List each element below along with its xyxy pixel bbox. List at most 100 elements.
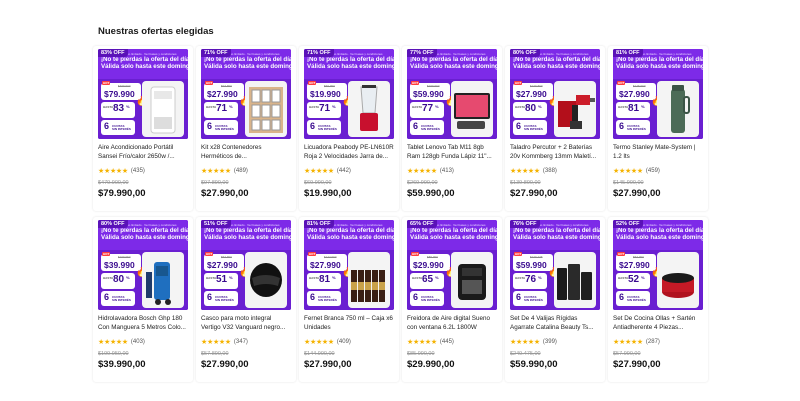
- star-rating-icon: ★★★★★: [407, 168, 437, 175]
- star-rating-icon: ★★★★★: [304, 339, 334, 346]
- hot-tag: HOT: [514, 81, 523, 85]
- review-count: (442): [336, 168, 351, 174]
- cuotas-box: 6 CUOTAS SIN INTERÉS: [307, 120, 341, 135]
- cuotas-number: 6: [310, 292, 316, 302]
- promo-headline-2: Válida solo hasta este domingo.: [513, 63, 600, 71]
- discount-badge: 65% OFF: [407, 220, 437, 228]
- cuotas-number: 6: [413, 121, 419, 131]
- product-name[interactable]: Hidrolavadora Bosch Ghp 180 Con Manguera…: [98, 315, 188, 332]
- percent-symbol: %: [538, 275, 542, 280]
- product-name[interactable]: Set De Cocina Ollas + Sartén Antiadheren…: [613, 315, 703, 332]
- promo-price-box: HOT $144.990 $27.990: [307, 252, 347, 271]
- product-name[interactable]: Freidora de Aire digital Sueno con venta…: [407, 315, 497, 332]
- product-name[interactable]: Aire Acondicionado Portátil Sansei Frío/…: [98, 144, 188, 161]
- product-name[interactable]: Casco para moto integral Vertigo V32 Van…: [201, 315, 291, 332]
- hasta-label: HASTA: [618, 105, 629, 109]
- hasta-label: HASTA: [206, 105, 217, 109]
- cuotas-box: 6 CUOTAS SIN INTERÉS: [616, 291, 650, 306]
- promo-price: $27.990: [516, 89, 547, 99]
- promo-price-box: HOT $57.990 $27.990: [616, 252, 656, 271]
- product-name[interactable]: Licuadora Peabody PE-LN610R Roja 2 Veloc…: [304, 144, 394, 161]
- product-card[interactable]: 65% OFF Promoción por tiempo limitado · …: [402, 217, 502, 382]
- promo-percent: 65: [422, 274, 434, 285]
- blender-image: [348, 81, 390, 137]
- cuotas-box: 6 CUOTAS SIN INTERÉS: [204, 291, 238, 306]
- product-name[interactable]: Fernet Branca 750 ml – Caja x6 Unidades: [304, 315, 394, 332]
- old-price: $249.475,00: [510, 351, 541, 357]
- promo-price: $39.990: [104, 260, 135, 270]
- rating: ★★★★★ (403): [98, 338, 188, 346]
- cuotas-box: 6 CUOTAS SIN INTERÉS: [410, 291, 444, 306]
- product-card[interactable]: 51% OFF Promoción por tiempo limitado · …: [196, 217, 296, 382]
- star-rating-icon: ★★★★★: [407, 339, 437, 346]
- promo-body: HOT $199.950 $39.990 HASTA 80 % 6 CUOTAS…: [98, 250, 188, 310]
- cuotas-label: CUOTAS SIN INTERÉS: [215, 295, 234, 303]
- product-name[interactable]: Kit x28 Contenedores Herméticos de...: [201, 144, 291, 161]
- product-name[interactable]: Termo Stanley Mate-System | 1.2 lts: [613, 144, 703, 161]
- percent-symbol: %: [435, 275, 439, 280]
- current-price: $27.990,00: [304, 359, 352, 370]
- old-price: $144.990,00: [304, 351, 335, 357]
- promo-percent: 71: [216, 103, 228, 114]
- promo-headline-1: ¡No te pierdas la oferta del día!: [101, 56, 188, 63]
- promo-price: $27.990: [619, 89, 650, 99]
- percent-symbol: %: [332, 275, 336, 280]
- promo-percent-box: HASTA 80 %: [513, 102, 547, 118]
- promo-percent-box: HASTA 65 %: [410, 273, 444, 289]
- rating: ★★★★★ (347): [201, 338, 291, 346]
- review-count: (388): [542, 168, 557, 174]
- promo-body: HOT $57.890 $27.990 HASTA 51 % 6 CUOTAS S…: [201, 250, 291, 310]
- review-count: (413): [439, 168, 454, 174]
- review-count: (489): [233, 168, 248, 174]
- product-name[interactable]: Tablet Lenovo Tab M11 8gb Ram 128gb Fund…: [407, 144, 497, 161]
- review-count: (445): [439, 339, 454, 345]
- product-card[interactable]: 81% OFF Promoción por tiempo limitado · …: [608, 46, 708, 211]
- cuotas-number: 6: [413, 292, 419, 302]
- star-rating-icon: ★★★★★: [613, 168, 643, 175]
- promo-banner: 76% OFF Promoción por tiempo limitado · …: [510, 220, 600, 310]
- cuotas-number: 6: [207, 292, 213, 302]
- promo-headline-1: ¡No te pierdas la oferta del día!: [101, 227, 188, 234]
- old-price: $57.990,00: [613, 351, 641, 357]
- percent-symbol: %: [435, 104, 439, 109]
- discount-badge: 71% OFF: [304, 49, 334, 57]
- product-card[interactable]: 83% OFF Promoción por tiempo limitado · …: [93, 46, 193, 211]
- helmet-image: [245, 252, 287, 308]
- cuotas-box: 6 CUOTAS SIN INTERÉS: [410, 120, 444, 135]
- product-card[interactable]: 71% OFF Promoción por tiempo limitado · …: [299, 46, 399, 211]
- cuotas-box: 6 CUOTAS SIN INTERÉS: [101, 120, 135, 135]
- promo-banner: 65% OFF Promoción por tiempo limitado · …: [407, 220, 497, 310]
- product-name[interactable]: Set De 4 Valijas Rígidas Agarrate Catali…: [510, 315, 600, 332]
- promo-price: $29.990: [413, 260, 444, 270]
- promo-headline-1: ¡No te pierdas la oferta del día!: [616, 227, 703, 234]
- old-price: $199.950,00: [98, 351, 129, 357]
- cuotas-label: CUOTAS SIN INTERÉS: [421, 295, 440, 303]
- promo-body: HOT $97.890 $27.990 HASTA 71 % 6 CUOTAS S…: [201, 79, 291, 139]
- product-card[interactable]: 80% OFF Promoción por tiempo limitado · …: [93, 217, 193, 382]
- promo-price-box: HOT $139.890 $27.990: [513, 81, 553, 100]
- cuotas-box: 6 CUOTAS SIN INTERÉS: [513, 291, 547, 306]
- hasta-label: HASTA: [618, 276, 629, 280]
- cuotas-number: 6: [516, 121, 522, 131]
- current-price: $39.990,00: [98, 359, 146, 370]
- percent-symbol: %: [538, 104, 542, 109]
- product-card[interactable]: 52% OFF Promoción por tiempo limitado · …: [608, 217, 708, 382]
- promo-old-price: $85.990: [427, 255, 438, 259]
- product-card[interactable]: 71% OFF Promoción por tiempo limitado · …: [196, 46, 296, 211]
- promo-percent-box: HASTA 71 %: [307, 102, 341, 118]
- promo-percent-box: HASTA 81 %: [307, 273, 341, 289]
- promo-body: HOT $69.990 $19.990 HASTA 71 % 6 CUOTAS S…: [304, 79, 394, 139]
- discount-badge: 71% OFF: [201, 49, 231, 57]
- product-card[interactable]: 80% OFF Promoción por tiempo limitado · …: [505, 46, 605, 211]
- promo-percent: 81: [319, 274, 331, 285]
- review-count: (399): [542, 339, 557, 345]
- promo-price: $27.990: [310, 260, 341, 270]
- product-card[interactable]: 77% OFF Promoción por tiempo limitado · …: [402, 46, 502, 211]
- promo-percent-box: HASTA 76 %: [513, 273, 547, 289]
- product-card[interactable]: 81% OFF Promoción por tiempo limitado · …: [299, 217, 399, 382]
- product-card[interactable]: 76% OFF Promoción por tiempo limitado · …: [505, 217, 605, 382]
- current-price: $59.990,00: [407, 188, 455, 199]
- promo-old-price: $97.890: [221, 84, 232, 88]
- promo-headline-1: ¡No te pierdas la oferta del día!: [410, 227, 497, 234]
- product-name[interactable]: Taladro Percutor + 2 Baterías 20v Kommbe…: [510, 144, 600, 161]
